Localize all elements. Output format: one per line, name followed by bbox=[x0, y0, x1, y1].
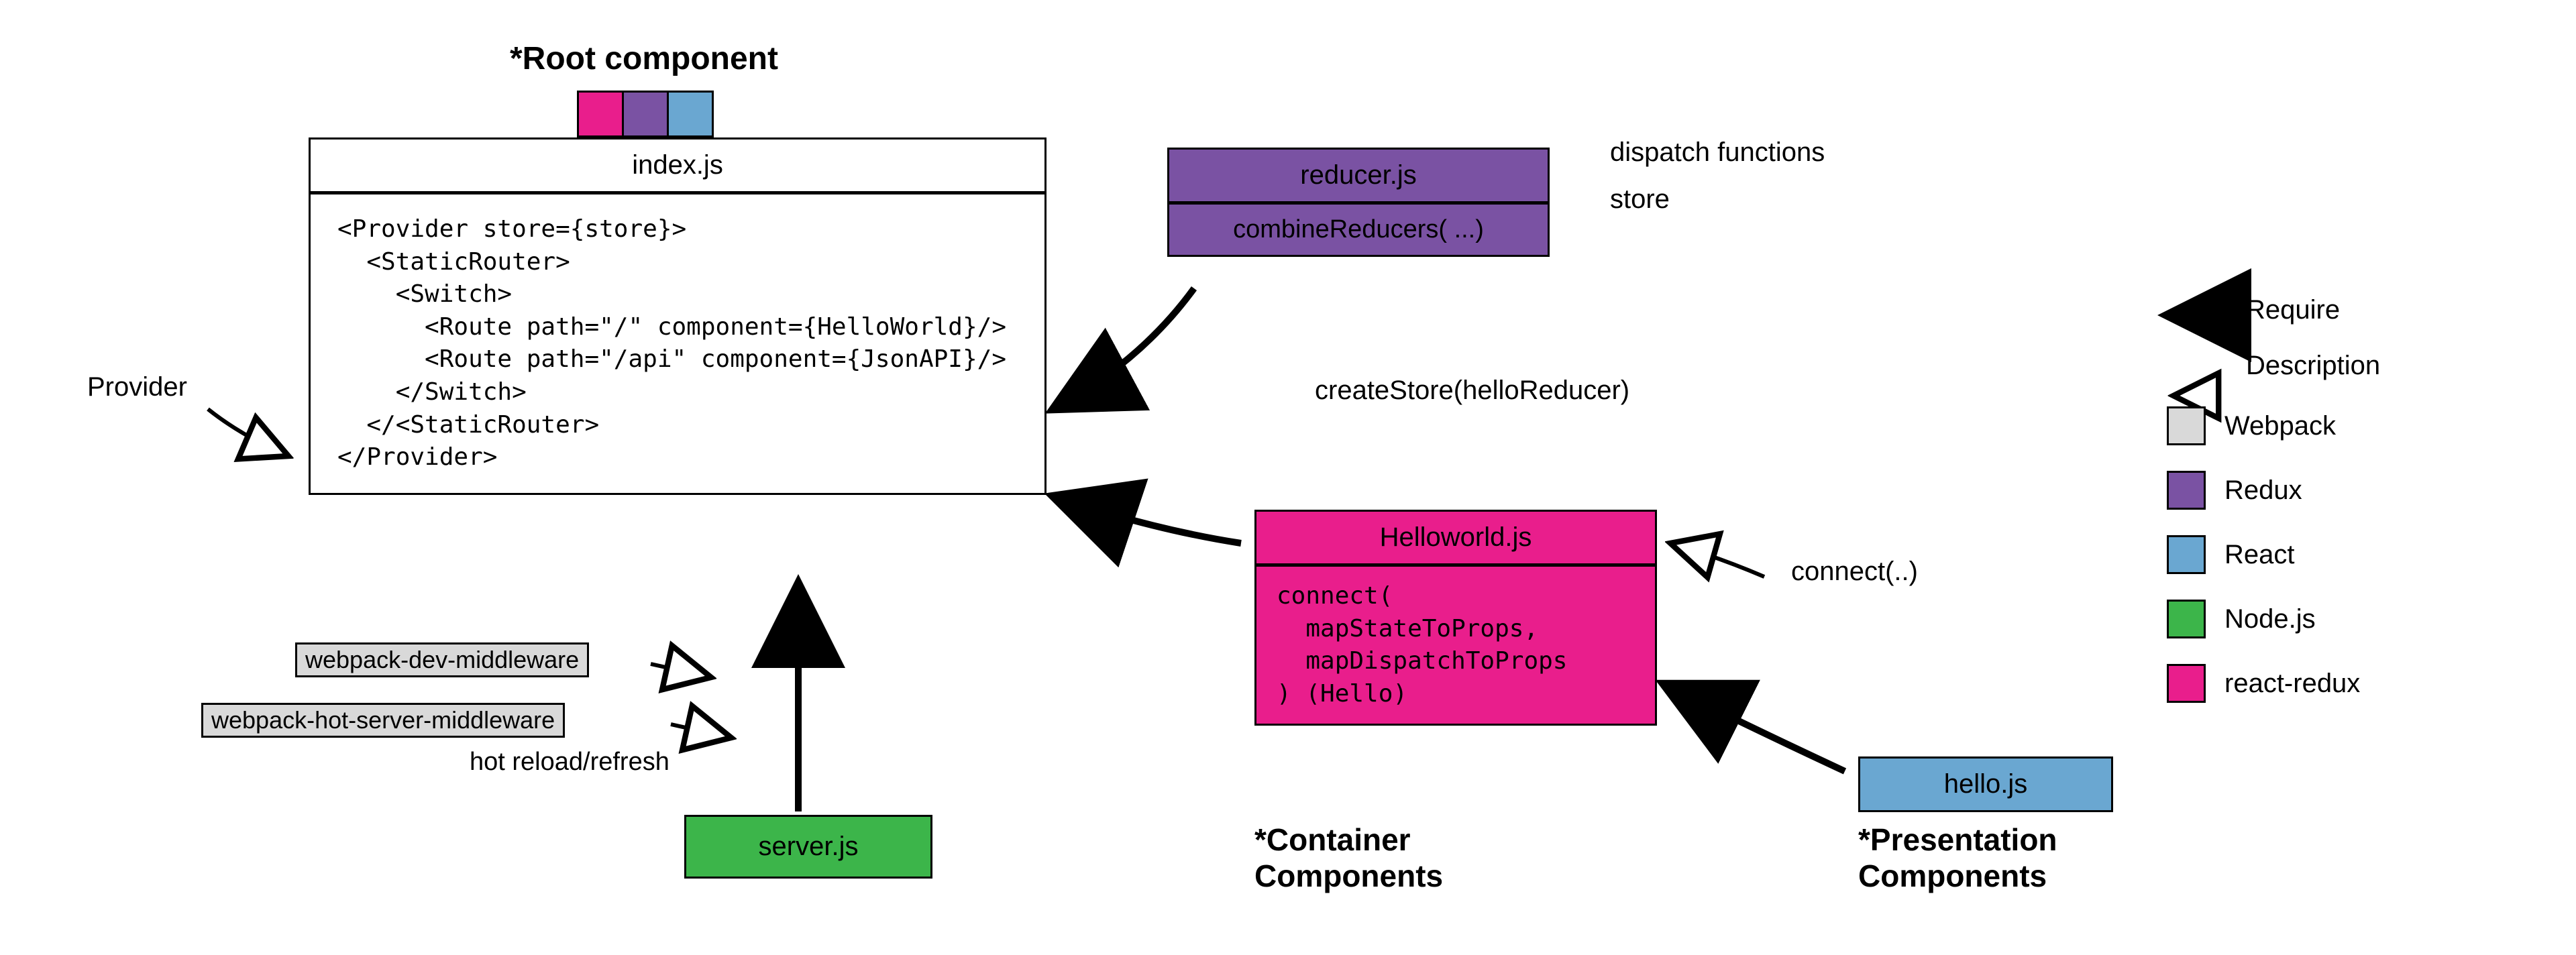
legend-webpack-label: Webpack bbox=[2224, 411, 2336, 441]
box-index-js: index.js <Provider store={store}> <Stati… bbox=[309, 137, 1046, 495]
legend-require-label: Require bbox=[2246, 295, 2340, 325]
box-helloworld-js: Helloworld.js connect( mapStateToProps, … bbox=[1254, 510, 1657, 726]
legend-description-row: Description bbox=[2167, 351, 2380, 381]
legend-node-swatch bbox=[2167, 600, 2206, 638]
legend-webpack-swatch bbox=[2167, 406, 2206, 445]
label-hot-reload: hot reload/refresh bbox=[470, 748, 669, 777]
tag-redux bbox=[622, 91, 669, 137]
box-helloworld-title: Helloworld.js bbox=[1256, 512, 1655, 567]
box-server-js: server.js bbox=[684, 815, 932, 879]
legend: Require Description Webpack Redux React … bbox=[2167, 295, 2380, 728]
heading-root-component: *Root component bbox=[510, 40, 778, 77]
index-color-tags bbox=[577, 91, 714, 141]
box-reducer-body: combineReducers( ...) bbox=[1169, 205, 1548, 255]
box-hello-js: hello.js bbox=[1858, 756, 2113, 812]
heading-presentation-components: *Presentation Components bbox=[1858, 822, 2057, 894]
box-server-title: server.js bbox=[686, 817, 930, 877]
box-hello-title: hello.js bbox=[1860, 759, 2111, 810]
tag-react bbox=[667, 91, 714, 137]
legend-redux-swatch bbox=[2167, 471, 2206, 510]
legend-require-row: Require bbox=[2167, 295, 2380, 325]
legend-redux-label: Redux bbox=[2224, 475, 2302, 506]
legend-node-row: Node.js bbox=[2167, 600, 2380, 638]
pill-webpack-hot-server-middleware: webpack-hot-server-middleware bbox=[201, 703, 565, 738]
pill-webpack-dev-middleware: webpack-dev-middleware bbox=[295, 642, 589, 677]
box-reducer-js: reducer.js combineReducers( ...) bbox=[1167, 148, 1550, 257]
tag-reactredux bbox=[577, 91, 624, 137]
box-index-code: <Provider store={store}> <StaticRouter> … bbox=[311, 194, 1044, 493]
legend-reactredux-swatch bbox=[2167, 664, 2206, 703]
legend-redux-row: Redux bbox=[2167, 471, 2380, 510]
box-helloworld-body: connect( mapStateToProps, mapDispatchToP… bbox=[1256, 567, 1655, 724]
label-provider: Provider bbox=[87, 372, 187, 402]
legend-react-row: React bbox=[2167, 535, 2380, 574]
label-connect: connect(..) bbox=[1791, 557, 1918, 587]
legend-reactredux-label: react-redux bbox=[2224, 669, 2360, 699]
box-index-title: index.js bbox=[311, 139, 1044, 194]
legend-description-label: Description bbox=[2246, 351, 2380, 381]
legend-react-label: React bbox=[2224, 540, 2295, 570]
label-store: store bbox=[1610, 184, 1670, 215]
legend-react-swatch bbox=[2167, 535, 2206, 574]
box-reducer-title: reducer.js bbox=[1169, 150, 1548, 205]
legend-reactredux-row: react-redux bbox=[2167, 664, 2380, 703]
legend-webpack-row: Webpack bbox=[2167, 406, 2380, 445]
legend-node-label: Node.js bbox=[2224, 604, 2316, 634]
label-dispatch: dispatch functions bbox=[1610, 137, 1825, 168]
heading-container-components: *Container Components bbox=[1254, 822, 1443, 894]
label-createstore: createStore(helloReducer) bbox=[1315, 376, 1629, 406]
